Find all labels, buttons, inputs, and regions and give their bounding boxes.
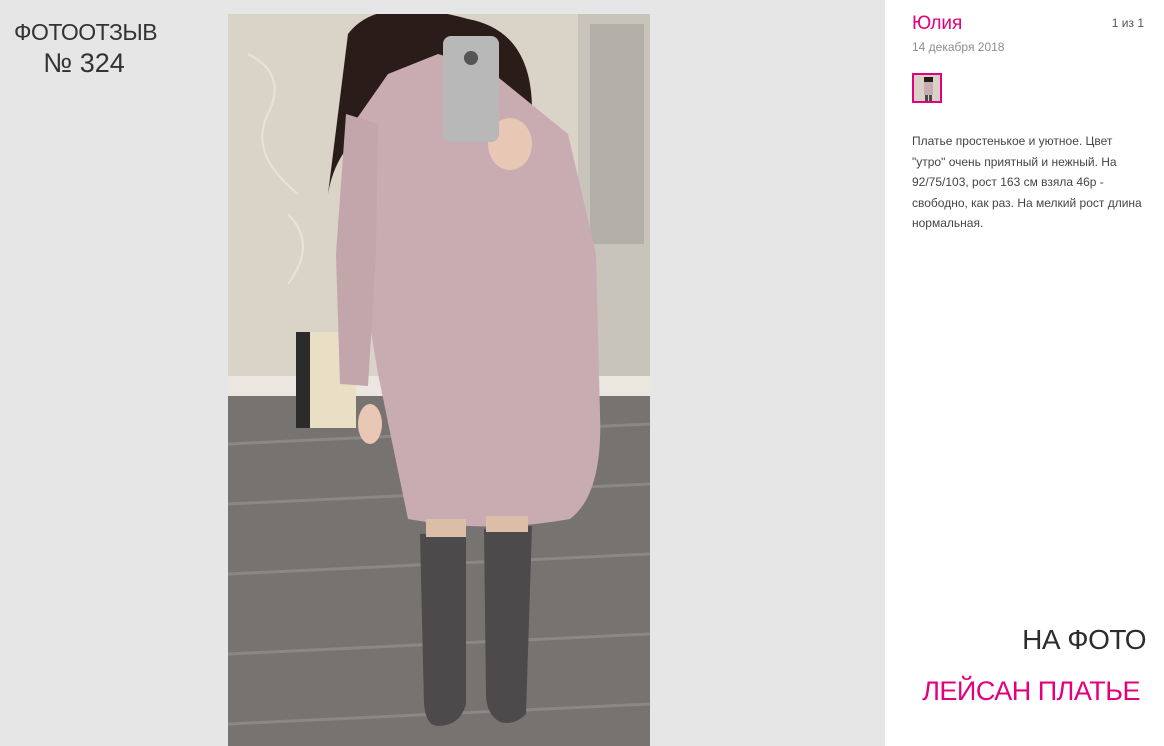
review-title: ФОТООТЗЫВ — [14, 19, 158, 45]
review-sidebar: Юлия 1 из 1 14 декабря 2018 Платье прост… — [885, 0, 1164, 746]
product-link[interactable]: ЛЕЙСАН ПЛАТЬЕ — [922, 676, 1140, 707]
photo-counter: 1 из 1 — [1111, 16, 1144, 30]
on-photo-label: НА ФОТО — [1022, 624, 1146, 655]
author-name[interactable]: Юлия — [912, 13, 962, 35]
left-panel: ФОТООТЗЫВ № 324 — [0, 0, 885, 746]
review-text: Платье простенькое и уютное. Цвет "утро"… — [912, 134, 1142, 230]
photo-thumbnail[interactable] — [912, 73, 942, 103]
review-photo[interactable] — [228, 14, 650, 746]
review-label: ФОТООТЗЫВ № 324 — [14, 18, 158, 80]
review-date: 14 декабря 2018 — [912, 40, 1005, 54]
review-number: № 324 — [43, 48, 125, 78]
